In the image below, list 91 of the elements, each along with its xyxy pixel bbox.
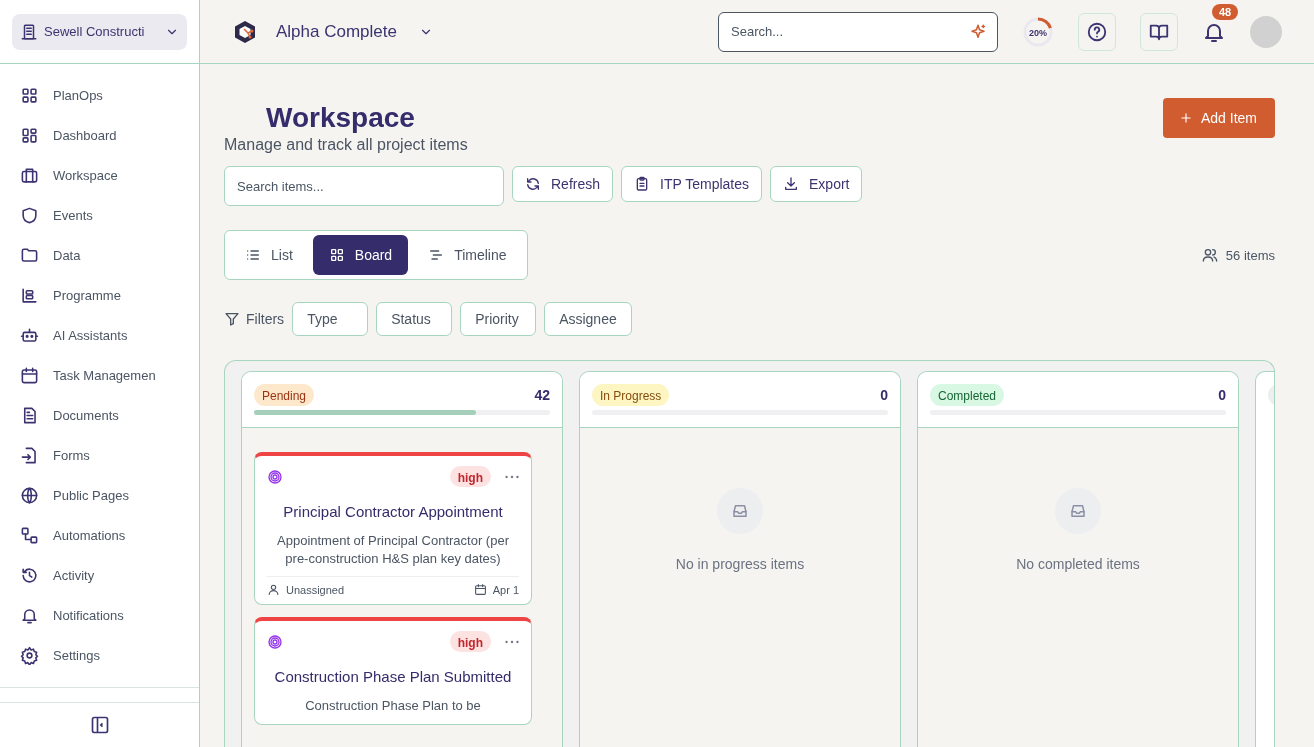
card-date: Apr 1 (492, 583, 519, 596)
card-description: Appointment of Principal Contractor (per pre-construction H&S plan key dates) (276, 532, 510, 569)
chart-icon (20, 285, 39, 305)
sidebar-item[interactable]: Dashboard (20, 124, 180, 146)
download-icon (783, 176, 799, 192)
filter-icon (224, 311, 240, 327)
flowchart-icon (20, 525, 39, 545)
item-count: 56 items (1225, 247, 1275, 263)
column-count: 0 (880, 387, 888, 403)
target-icon (267, 633, 283, 650)
view-tab[interactable]: Timeline (412, 235, 523, 275)
building-icon (20, 22, 38, 41)
sidebar-item[interactable]: Task Managemen (20, 364, 180, 386)
card-description: Construction Phase Plan to be (304, 697, 482, 716)
card-title: Principal Contractor Appointment (282, 503, 504, 520)
column-count: 0 (1218, 387, 1226, 403)
list-icon (245, 247, 261, 263)
calendar-icon (473, 583, 487, 597)
empty-message: No completed items (1016, 556, 1140, 572)
globe-icon (20, 485, 39, 505)
empty-message: No in progress items (675, 556, 805, 572)
sidebar-item[interactable]: Data (20, 244, 180, 266)
progress-label: 20% (1029, 28, 1047, 38)
inbox-icon (731, 502, 749, 520)
book-button[interactable] (1140, 12, 1178, 51)
more-icon[interactable] (505, 639, 519, 644)
priority-badge: high (449, 466, 491, 487)
status-badge: In Progress (592, 384, 670, 406)
users-icon (1201, 247, 1218, 263)
dashboard-icon (20, 125, 39, 145)
help-icon (1086, 20, 1108, 43)
progress-ring (1022, 15, 1054, 48)
sidebar-item[interactable]: PlanOps (20, 84, 180, 106)
notification-badge: 48 (1212, 3, 1239, 20)
filter-dropdown[interactable]: Priority (460, 302, 537, 336)
logo-icon (232, 18, 258, 45)
help-button[interactable] (1078, 12, 1116, 51)
file-arrow-icon (20, 445, 39, 465)
more-icon[interactable] (505, 474, 519, 479)
calendar-icon (20, 365, 39, 385)
history-icon (20, 565, 39, 585)
briefcase-icon (20, 165, 39, 185)
search-input[interactable]: Search... (731, 12, 963, 51)
search-field[interactable]: Search... (718, 11, 998, 52)
page-title: Workspace (266, 104, 416, 132)
robot-icon (20, 325, 39, 345)
organization-switcher[interactable]: Sewell Constructi (12, 13, 187, 50)
settings-icon (20, 645, 39, 665)
sidebar-item[interactable]: Workspace (20, 164, 180, 186)
export-button[interactable]: Export (770, 166, 863, 202)
column-count: 42 (534, 387, 550, 403)
filters-label: Filters (246, 311, 285, 327)
sidebar-item[interactable]: Settings (20, 644, 180, 666)
item-card[interactable]: high Construction Phase Plan Submitted Construction Phase Plan to be (254, 617, 532, 725)
sidebar-item[interactable]: AI Assistants (20, 324, 180, 346)
status-badge: Pending (254, 384, 315, 406)
status-badge: Completed (930, 384, 1005, 406)
filter-dropdown[interactable]: Type (292, 302, 369, 336)
add-item-button[interactable]: Add Item (1163, 98, 1275, 138)
sidebar-item[interactable]: Notifications (20, 604, 180, 626)
sidebar-item[interactable]: Forms (20, 444, 180, 466)
shield-icon (20, 205, 39, 225)
collapse-sidebar-button[interactable] (89, 715, 110, 735)
item-card[interactable]: high Principal Contractor Appointment Appointment of Principal Contractor (per pre-construction H&S plan key dates) Unassigned Apr 1 (254, 452, 532, 606)
sidebar-item[interactable]: Automations (20, 524, 180, 546)
filter-dropdown[interactable]: Assignee (544, 302, 632, 336)
view-tab[interactable]: Board (312, 235, 409, 275)
folder-icon (20, 245, 39, 265)
templates-button[interactable]: ITP Templates (621, 166, 762, 202)
grid-icon (20, 85, 39, 105)
sidebar-item[interactable]: Public Pages (20, 484, 180, 506)
sparkle-icon (969, 22, 987, 41)
plus-icon (1179, 111, 1193, 125)
sidebar-item[interactable]: Programme (20, 284, 180, 306)
priority-badge: high (449, 631, 491, 653)
target-icon (267, 468, 283, 485)
card-title: Construction Phase Plan Submitted (273, 668, 513, 686)
user-icon (267, 583, 280, 597)
refresh-button[interactable]: Refresh (512, 166, 614, 202)
refresh-icon (525, 176, 541, 192)
project-selector[interactable]: Alpha Complete (276, 21, 433, 42)
view-tab[interactable]: List (229, 235, 309, 275)
grid-icon (328, 247, 345, 263)
sidebar-item[interactable]: Events (20, 204, 180, 226)
inbox-icon (1069, 502, 1087, 520)
card-assignee: Unassigned (286, 583, 345, 596)
filter-dropdown[interactable]: Status (376, 302, 453, 336)
timeline-icon (428, 247, 445, 263)
sidebar-item[interactable]: Activity (20, 564, 180, 586)
page-subtitle: Manage and track all project items (224, 136, 468, 154)
sidebar-item[interactable]: Documents (20, 404, 180, 426)
